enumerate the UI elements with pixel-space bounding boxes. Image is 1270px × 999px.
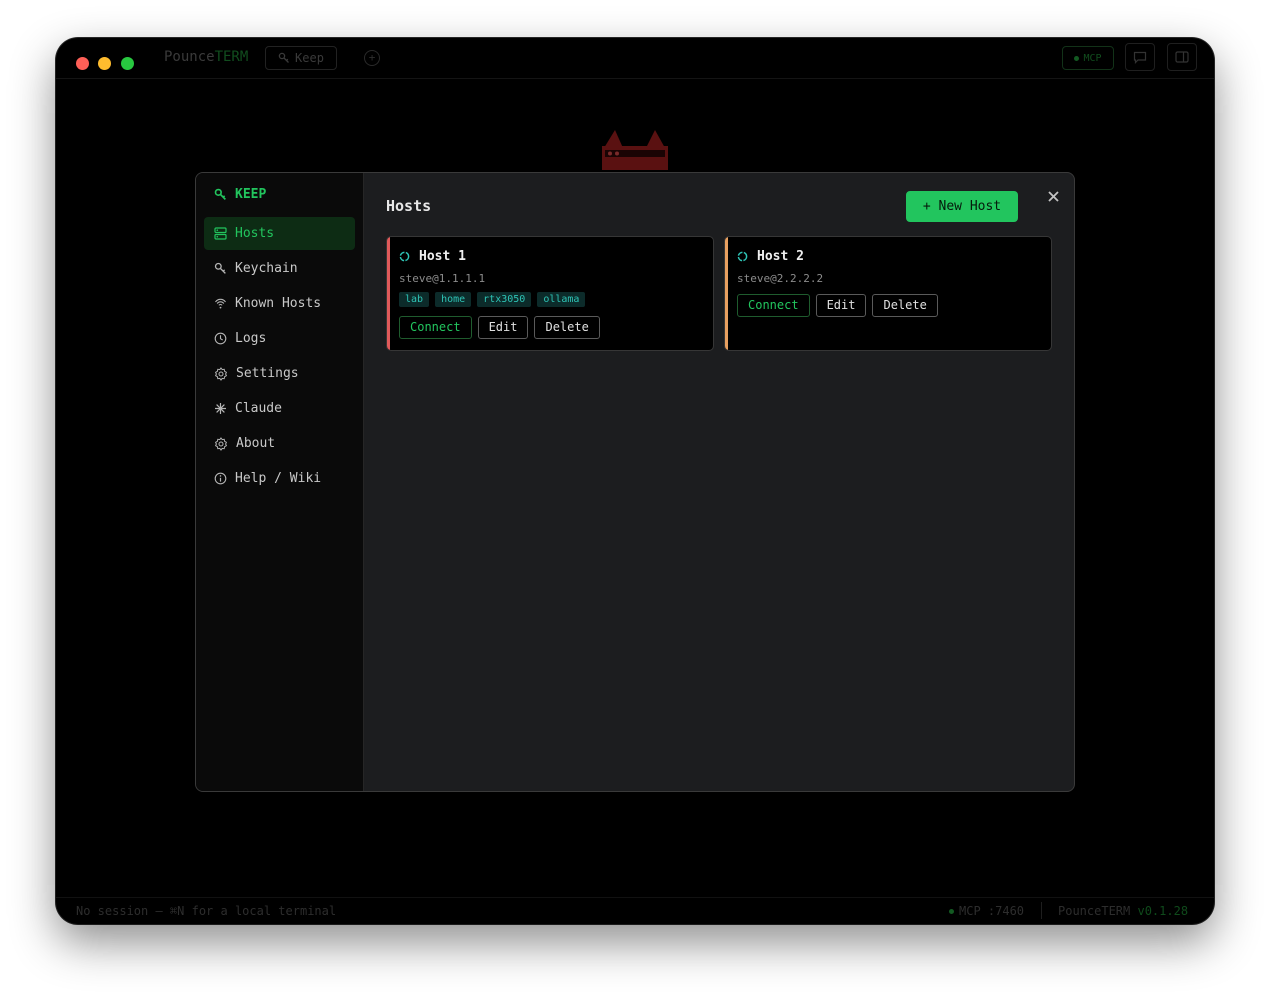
sidebar-item-label: About	[236, 436, 276, 451]
gear-icon	[214, 366, 228, 381]
gear-icon	[214, 436, 228, 451]
chat-button[interactable]	[1125, 43, 1155, 71]
host-name-text: Host 2	[757, 249, 804, 264]
sidebar-item-label: Keychain	[235, 261, 298, 276]
sidebar-item-keychain[interactable]: Keychain	[204, 252, 355, 285]
app-brand: PounceTERM	[164, 49, 248, 65]
mcp-port-text: MCP :7460	[959, 904, 1025, 918]
info-icon	[214, 472, 227, 485]
status-dot	[1074, 55, 1080, 61]
keep-sidebar: KEEP Hosts Keychain Known Hosts Logs Set…	[196, 173, 364, 791]
asterisk-icon	[215, 403, 226, 414]
key-icon	[214, 188, 226, 200]
version-name: PounceTERM	[1058, 904, 1131, 918]
new-host-button[interactable]: + New Host	[906, 191, 1018, 222]
mascot-logo	[601, 130, 671, 174]
session-status: No session — ⌘N for a local terminal	[76, 904, 337, 918]
host-actions: Connect Edit Delete	[399, 316, 600, 339]
refresh-icon	[399, 251, 410, 262]
sidebar-item-label: Hosts	[235, 226, 275, 241]
sidebar-item-claude[interactable]: Claude	[204, 392, 355, 425]
tab-keep[interactable]: Keep	[265, 46, 337, 70]
tag-badge: home	[435, 292, 472, 307]
app-window: PounceTERM Keep + MCP KEEP Hosts Keychai…	[56, 38, 1214, 924]
version-number: v0.1.28	[1137, 904, 1189, 918]
page-title: Hosts	[386, 197, 432, 215]
status-dot	[949, 908, 954, 914]
delete-button[interactable]: Delete	[534, 316, 600, 339]
sidebar-item-label: Settings	[236, 366, 299, 381]
key-icon	[214, 262, 226, 274]
tag-badge: ollama	[537, 292, 586, 307]
host-address: steve@2.2.2.2	[737, 272, 824, 285]
delete-button[interactable]: Delete	[872, 294, 938, 317]
host-name-text: Host 1	[419, 249, 466, 264]
chat-icon	[1133, 51, 1147, 64]
host-card[interactable]: Host 1 steve@1.1.1.1 lab home rtx3050 ol…	[386, 236, 714, 351]
mcp-port-status: MCP :7460	[949, 904, 1024, 918]
sidebar-item-known-hosts[interactable]: Known Hosts	[204, 287, 355, 320]
mcp-status-pill[interactable]: MCP	[1062, 46, 1114, 70]
hosts-panel: Hosts + New Host Host 1 steve@1.1.1.1 la…	[363, 173, 1074, 791]
divider	[1041, 902, 1042, 919]
host-actions: Connect Edit Delete	[737, 294, 938, 317]
close-modal-button[interactable]	[1043, 185, 1063, 209]
close-icon	[1047, 191, 1059, 202]
host-address: steve@1.1.1.1	[399, 272, 486, 285]
brand-suffix: TERM	[214, 49, 249, 65]
sidebar-item-help-wiki[interactable]: Help / Wiki	[204, 462, 355, 495]
sidebar-item-hosts[interactable]: Hosts	[204, 217, 355, 250]
close-window-button[interactable]	[76, 57, 89, 70]
sidebar-item-logs[interactable]: Logs	[204, 322, 355, 355]
refresh-icon	[737, 251, 748, 262]
sidebar-item-label: Logs	[235, 331, 267, 346]
tag-badge: rtx3050	[477, 292, 532, 307]
sidebar-toggle-button[interactable]	[1167, 43, 1197, 71]
clock-icon	[214, 332, 227, 345]
sidebar-item-label: Help / Wiki	[235, 471, 322, 486]
connect-button[interactable]: Connect	[399, 316, 472, 339]
tag-badge: lab	[399, 292, 430, 307]
sidebar-item-label: Claude	[235, 401, 282, 416]
panel-icon	[1175, 51, 1189, 63]
sidebar-title: KEEP	[214, 187, 266, 202]
host-card[interactable]: Host 2 steve@2.2.2.2 Connect Edit Delete	[724, 236, 1052, 351]
edit-button[interactable]: Edit	[477, 316, 529, 339]
sidebar-item-settings[interactable]: Settings	[204, 357, 355, 390]
key-icon	[278, 52, 290, 63]
host-name: Host 2	[737, 249, 804, 264]
minimize-window-button[interactable]	[98, 57, 111, 70]
sidebar-nav: Hosts Keychain Known Hosts Logs Settings	[204, 217, 355, 497]
host-color-stripe	[725, 237, 728, 350]
sidebar-item-about[interactable]: About	[204, 427, 355, 460]
new-tab-button[interactable]: +	[364, 50, 380, 66]
edit-button[interactable]: Edit	[815, 294, 867, 317]
server-icon	[214, 227, 227, 240]
fingerprint-icon	[215, 298, 226, 309]
keep-modal: KEEP Hosts Keychain Known Hosts Logs Set…	[195, 172, 1075, 792]
connect-button[interactable]: Connect	[737, 294, 810, 317]
host-name: Host 1	[399, 249, 466, 264]
brand-prefix: Pounce	[164, 49, 215, 65]
app-version: PounceTERM v0.1.28	[1058, 904, 1188, 918]
title-bar: PounceTERM Keep + MCP	[56, 38, 1214, 79]
mcp-label: MCP	[1083, 52, 1102, 64]
sidebar-item-label: Known Hosts	[235, 296, 322, 311]
host-color-stripe	[387, 237, 390, 350]
tab-label: Keep	[295, 51, 324, 65]
host-tags: lab home rtx3050 ollama	[399, 292, 586, 307]
zoom-window-button[interactable]	[121, 57, 134, 70]
status-bar: No session — ⌘N for a local terminal MCP…	[56, 897, 1214, 924]
sidebar-title-text: KEEP	[235, 187, 267, 202]
